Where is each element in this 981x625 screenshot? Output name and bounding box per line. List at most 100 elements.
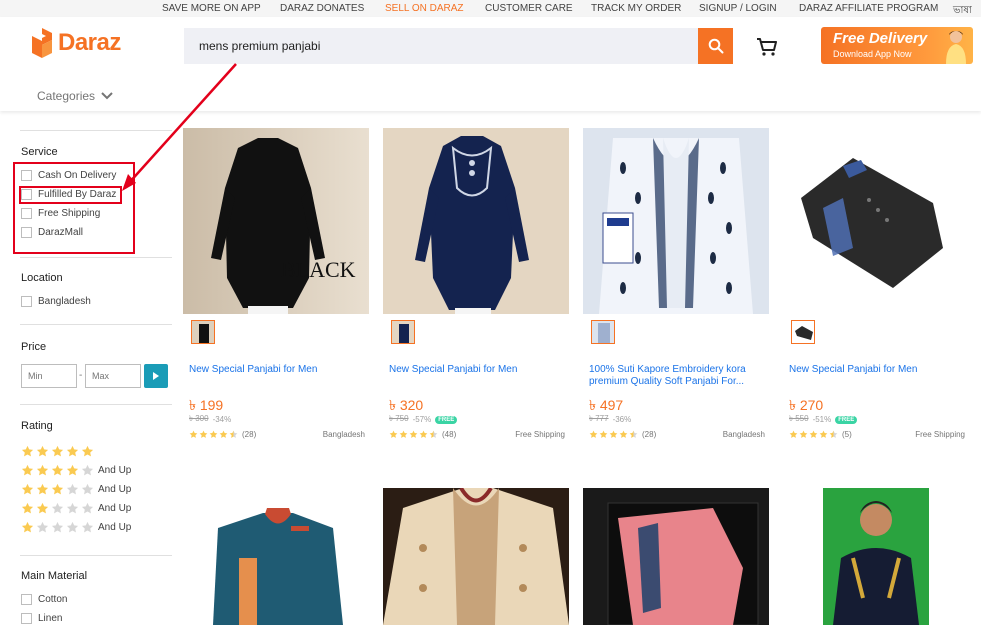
review-count: (28) (242, 430, 257, 439)
product-location: Free Shipping (515, 430, 565, 439)
filter-material-linen[interactable]: Linen (21, 613, 62, 624)
product-image[interactable]: BLACK (183, 128, 369, 314)
rating-filter-4-stars[interactable]: And Up (21, 464, 131, 477)
product-card-image[interactable] (183, 488, 369, 625)
product-title[interactable]: New Special Panjabi for Men (789, 364, 965, 376)
filter-location-bangladesh[interactable]: Bangladesh (21, 296, 91, 307)
star-icon (189, 430, 198, 438)
product-image-caption: BLACK (281, 257, 356, 282)
categories-dropdown[interactable]: Categories (37, 89, 113, 103)
star-icon (809, 430, 818, 438)
original-price: ৳ 777 (589, 414, 609, 423)
star-icon (66, 483, 79, 495)
price-max-input[interactable] (85, 364, 141, 388)
and-up-label: And Up (98, 465, 132, 476)
filter-fulfilled-by-daraz[interactable]: Fulfilled By Daraz (21, 189, 116, 200)
star-icon (36, 502, 49, 514)
star-icon (51, 464, 64, 476)
checkbox[interactable] (21, 227, 32, 238)
star-icon (429, 430, 438, 438)
product-title[interactable]: New Special Panjabi for Men (189, 364, 365, 376)
product-title[interactable]: 100% Suti Kapore Embroidery kora premium… (589, 364, 765, 388)
cart-button[interactable] (756, 37, 778, 62)
star-icon (66, 502, 79, 514)
sell-on-daraz-link[interactable]: SELL ON DARAZ (385, 3, 464, 14)
product-image[interactable] (583, 128, 769, 314)
checkbox[interactable] (21, 296, 32, 307)
filter-material-cotton[interactable]: Cotton (21, 594, 67, 605)
signup-login-link[interactable]: SIGNUP / LOGIN (699, 3, 777, 14)
search-input[interactable] (184, 28, 698, 64)
search-button[interactable] (698, 28, 733, 64)
original-price: ৳ 300 (189, 414, 209, 423)
price-separator: - (79, 370, 83, 381)
product-location: Bangladesh (322, 430, 365, 439)
product-variant-thumb[interactable] (591, 320, 615, 344)
site-header: Daraz Free Delivery Download App Now Cat… (0, 17, 981, 111)
affiliate-program-link[interactable]: DARAZ AFFILIATE PROGRAM (799, 3, 938, 14)
product-title[interactable]: New Special Panjabi for Men (389, 364, 565, 376)
rating-filter-2-stars[interactable]: And Up (21, 502, 131, 515)
product-image[interactable] (783, 128, 969, 314)
star-icon (819, 430, 828, 438)
product-variant-thumb[interactable] (191, 320, 215, 344)
daraz-logo-icon (32, 28, 52, 58)
daraz-logo[interactable]: Daraz (32, 28, 121, 58)
star-icon (21, 464, 34, 476)
product-variant-thumb[interactable] (391, 320, 415, 344)
product-original-price: ৳ 300 -34% (189, 413, 231, 426)
product-image[interactable] (383, 128, 569, 314)
checkbox[interactable] (21, 613, 32, 624)
product-rating: (48) (389, 430, 456, 439)
save-more-on-app-link[interactable]: SAVE MORE ON APP (162, 3, 261, 14)
free-shipping-badge: FREE (835, 415, 858, 424)
discount: -51% (812, 415, 832, 424)
star-icon (399, 430, 408, 438)
checkbox[interactable] (21, 189, 32, 200)
filter-label: Free Shipping (38, 208, 101, 219)
promo-subtitle: Download App Now (833, 49, 912, 59)
and-up-label: And Up (98, 484, 132, 495)
rating-filter-5-stars[interactable] (21, 445, 96, 458)
filter-label: Linen (38, 613, 63, 624)
track-my-order-link[interactable]: TRACK MY ORDER (591, 3, 681, 14)
product-rating: (28) (589, 430, 656, 439)
free-delivery-app-banner[interactable]: Free Delivery Download App Now (821, 27, 973, 64)
play-icon (153, 372, 159, 380)
star-icon (419, 430, 428, 438)
rating-filter-1-stars[interactable]: And Up (21, 521, 131, 534)
star-icon (81, 464, 94, 476)
price-min-input[interactable] (21, 364, 77, 388)
product-variant-thumb[interactable] (791, 320, 815, 344)
star-icon (66, 464, 79, 476)
checkbox[interactable] (21, 170, 32, 181)
product-original-price: ৳ 777 -36% (589, 413, 631, 426)
customer-care-link[interactable]: CUSTOMER CARE (485, 3, 573, 14)
product-card-image[interactable] (783, 488, 969, 625)
rating-filter-3-stars[interactable]: And Up (21, 483, 131, 496)
filter-divider (20, 404, 172, 405)
rating-stars (389, 430, 439, 439)
categories-label: Categories (37, 89, 96, 103)
discount: -34% (212, 415, 232, 424)
product-card-image[interactable] (383, 488, 569, 625)
rating-stars (189, 430, 239, 439)
filter-cash-on-delivery[interactable]: Cash On Delivery (21, 170, 116, 181)
filter-free-shipping[interactable]: Free Shipping (21, 208, 100, 219)
star-icon (229, 430, 238, 438)
promo-person-image (946, 31, 966, 64)
star-icon (789, 430, 798, 438)
price-apply-button[interactable] (144, 364, 168, 388)
product-card-image[interactable] (583, 488, 769, 625)
star-icon (609, 430, 618, 438)
material-filter-title: Main Material (21, 570, 88, 582)
checkbox[interactable] (21, 594, 32, 605)
filter-darazmall[interactable]: DarazMall (21, 227, 83, 238)
checkbox[interactable] (21, 208, 32, 219)
service-filter-title: Service (21, 146, 58, 158)
filter-label: Cotton (38, 594, 68, 605)
filter-divider (20, 130, 172, 131)
filter-label: Fulfilled By Daraz (38, 189, 117, 200)
discount: -36% (612, 415, 632, 424)
daraz-donates-link[interactable]: DARAZ DONATES (280, 3, 364, 14)
